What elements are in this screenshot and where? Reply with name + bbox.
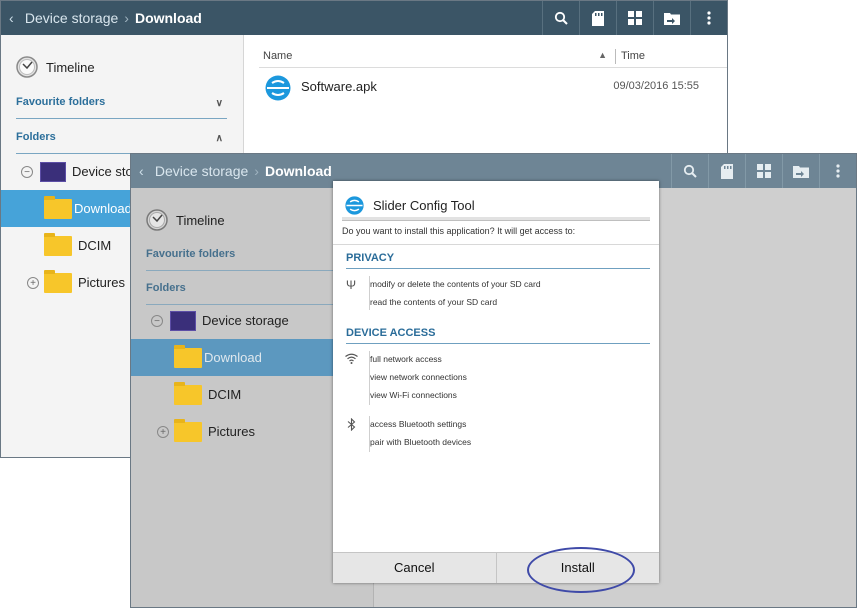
grid-view-icon[interactable] [745, 154, 782, 188]
front-breadcrumb-root[interactable]: Device storage [155, 163, 248, 179]
back-timeline-label: Timeline [46, 59, 95, 75]
cancel-button[interactable]: Cancel [333, 553, 497, 583]
sd-card-icon[interactable] [708, 154, 745, 188]
overflow-menu-icon[interactable] [690, 1, 727, 35]
overflow-menu-icon[interactable] [819, 154, 856, 188]
folder-icon [174, 381, 202, 405]
sd-card-icon[interactable] [579, 1, 616, 35]
permission-item: access Bluetooth settings [370, 419, 467, 429]
privacy-heading: PRIVACY [346, 252, 650, 269]
front-breadcrumb-current[interactable]: Download [265, 163, 332, 179]
privacy-permission-group: Ψ modify or delete the contents of your … [343, 276, 650, 310]
wifi-icon [343, 353, 359, 367]
search-icon[interactable] [671, 154, 708, 188]
back-breadcrumb-current[interactable]: Download [135, 10, 202, 26]
network-permission-group: full network access view network connect… [343, 351, 650, 405]
back-action-bar: ‹ Device storage › Download [1, 1, 727, 35]
sort-ascending-icon[interactable]: ▲ [598, 50, 607, 60]
folder-icon [174, 344, 202, 368]
dialog-button-bar: Cancel Install [333, 552, 659, 583]
install-question: Do you want to install this application?… [342, 226, 576, 236]
chevron-up-icon: ∧ [215, 133, 223, 144]
folder-icon [44, 232, 72, 256]
back-folders-label: Folders [16, 131, 56, 143]
usb-icon: Ψ [345, 278, 357, 292]
device-storage-icon [40, 161, 66, 182]
column-divider [615, 49, 616, 64]
back-tree-pictures-label: Pictures [78, 275, 125, 290]
front-favourites-label: Favourite folders [146, 248, 236, 260]
file-row[interactable]: Software.apk 09/03/2016 15:55 [259, 73, 727, 101]
front-tree-device-label: Device storage [202, 313, 289, 328]
permission-item: view network connections [370, 372, 467, 382]
back-favourites-label: Favourite folders [16, 96, 106, 108]
front-timeline-item[interactable]: Timeline [146, 206, 225, 234]
breadcrumb-separator-icon: › [254, 163, 259, 179]
permission-item: pair with Bluetooth devices [370, 437, 472, 447]
file-time: 09/03/2016 15:55 [613, 80, 699, 92]
folder-move-icon[interactable] [782, 154, 819, 188]
clock-icon [16, 56, 38, 78]
front-action-icons [671, 154, 856, 188]
column-name-header[interactable]: Name [263, 50, 292, 62]
permission-item: modify or delete the contents of your SD… [370, 279, 541, 289]
search-icon[interactable] [542, 1, 579, 35]
front-favourite-folders-header[interactable]: Favourite folders [146, 248, 357, 271]
install-dialog: Slider Config Tool Do you want to instal… [333, 181, 659, 583]
back-chevron-left-icon[interactable]: ‹ [9, 1, 21, 35]
collapse-toggle-icon[interactable]: − [21, 165, 33, 178]
title-divider [342, 217, 650, 221]
folder-icon [174, 418, 202, 442]
question-divider [333, 244, 659, 245]
bluetooth-permission-group: access Bluetooth settings pair with Blue… [343, 416, 650, 452]
folder-icon [44, 269, 72, 293]
back-breadcrumb-root[interactable]: Device storage [25, 10, 118, 26]
permission-item: read the contents of your SD card [370, 297, 498, 307]
permission-item: view Wi-Fi connections [370, 390, 457, 400]
back-tree-download-label: Download [74, 201, 132, 216]
front-tree-dcim-label: DCIM [208, 387, 242, 402]
apk-icon [265, 75, 291, 101]
back-column-header: Name ▲ Time [259, 47, 727, 68]
device-access-heading: DEVICE ACCESS [346, 327, 650, 344]
install-button[interactable]: Install [497, 553, 660, 583]
front-tree-download-label: Download [204, 350, 262, 365]
dialog-title: Slider Config Tool [345, 193, 475, 217]
grid-view-icon[interactable] [616, 1, 653, 35]
back-timeline-item[interactable]: Timeline [16, 53, 95, 81]
front-folders-label: Folders [146, 282, 186, 294]
front-timeline-label: Timeline [176, 212, 225, 228]
bluetooth-icon [343, 417, 359, 434]
back-breadcrumb: ‹ Device storage › Download [9, 1, 202, 35]
back-tree-device-label: Device stor [72, 164, 138, 179]
expand-toggle-icon[interactable]: + [27, 276, 39, 289]
breadcrumb-separator-icon: › [124, 10, 129, 26]
device-storage-icon [170, 310, 196, 331]
back-tree-dcim-label: DCIM [78, 238, 112, 253]
folder-icon [44, 195, 72, 219]
back-folders-header[interactable]: Folders ∧ [16, 131, 227, 154]
back-favourite-folders-header[interactable]: Favourite folders ∨ [16, 96, 227, 119]
file-name: Software.apk [301, 79, 377, 94]
expand-toggle-icon[interactable]: + [157, 425, 169, 438]
front-chevron-left-icon[interactable]: ‹ [139, 154, 151, 188]
permission-item: full network access [370, 354, 442, 364]
column-time-header[interactable]: Time [621, 50, 645, 62]
app-icon [345, 195, 364, 215]
dialog-title-text: Slider Config Tool [373, 197, 475, 213]
chevron-down-icon: ∨ [215, 98, 223, 109]
front-tree-pictures-label: Pictures [208, 424, 255, 439]
front-breadcrumb: ‹ Device storage › Download [139, 154, 332, 188]
folder-move-icon[interactable] [653, 1, 690, 35]
collapse-toggle-icon[interactable]: − [151, 314, 163, 327]
back-action-icons [542, 1, 727, 35]
clock-icon [146, 209, 168, 231]
